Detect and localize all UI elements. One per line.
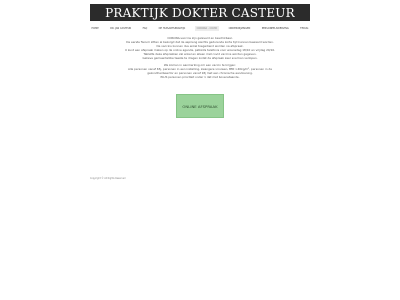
page: PRAKTIJK DOKTER CASTEUR HOME DR. JAN CAS…	[0, 0, 400, 300]
nav-item-changes[interactable]: ONDERWIJZINGEN	[227, 26, 252, 31]
footer-copyright: Copyright © All Rights Reserved	[90, 177, 126, 180]
nav-item-back[interactable]: TERUG	[299, 26, 310, 31]
site-title: PRAKTIJK DOKTER CASTEUR	[105, 5, 295, 20]
main-content: CORONA-vaccins zijn geleverd en beschikb…	[110, 36, 290, 80]
nav-item-home[interactable]: HOME	[90, 26, 100, 31]
nav-item-faq[interactable]: FAQ	[141, 26, 149, 31]
site-header: PRAKTIJK DOKTER CASTEUR	[90, 4, 310, 21]
nav-item-recruitment[interactable]: PERSONEELSWERVING	[260, 26, 290, 31]
nav-item-corona[interactable]: CORONA - COVID	[195, 25, 219, 31]
main-nav: HOME DR. JAN CASTEUR FAQ DE HUISARTSPRAK…	[90, 24, 310, 32]
nav-item-doctor[interactable]: DR. JAN CASTEUR	[109, 26, 133, 31]
content-line: PLUS personen prioriteit onder 1 dat met…	[160, 75, 240, 80]
nav-item-practice[interactable]: DE HUISARTSPRAKTIJK	[157, 26, 187, 31]
online-appointment-button[interactable]: ONLINE AFSPRAAK	[176, 94, 224, 118]
